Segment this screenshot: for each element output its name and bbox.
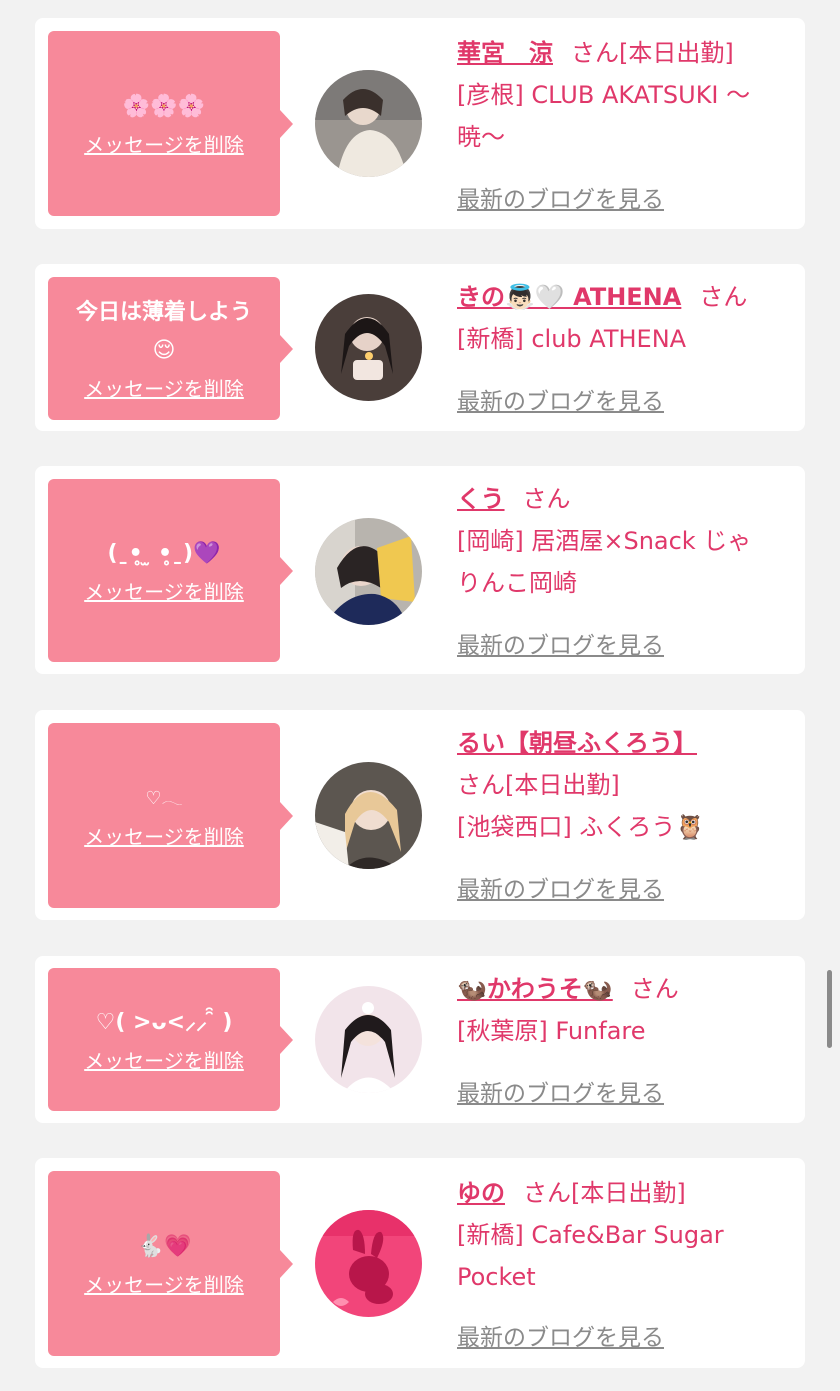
latest-blog-link[interactable]: 最新のブログを見る <box>457 1074 664 1108</box>
status-badge: [本日出勤] <box>619 39 734 67</box>
avatar[interactable] <box>315 294 422 401</box>
rabbit-logo-avatar <box>315 1210 422 1317</box>
honorific: さん <box>457 771 505 799</box>
shop-line: Pocket <box>457 1263 536 1291</box>
message-text: ♡𓂃 <box>145 787 183 809</box>
latest-blog-link[interactable]: 最新のブログを見る <box>457 1318 664 1352</box>
girl-card: 🐇💗 メッセージを削除 ゆの さん[本日出勤] [新橋] Cafe&Bar Sug… <box>35 1158 805 1368</box>
girl-name-link[interactable]: 🦦かわうそ🦦 <box>457 975 613 1003</box>
message-text: ♡( >ᴗ<⸝⸝ ̑̑ ) <box>95 1009 233 1035</box>
girl-name-link[interactable]: 華宮 涼 <box>457 39 553 67</box>
girl-info: 🦦かわうそ🦦 さん [秋葉原] Funfare <box>457 968 797 1052</box>
message-text: 🌸🌸🌸 <box>122 93 206 119</box>
girl-info: 華宮 涼さん[本日出勤] [彦根] CLUB AKATSUKI 〜 暁〜 <box>457 32 797 158</box>
honorific: さん <box>571 39 619 67</box>
message-bubble: ♡( >ᴗ<⸝⸝ ̑̑ ) メッセージを削除 <box>48 968 293 1111</box>
honorific: さん <box>522 485 571 513</box>
delete-message-link[interactable]: メッセージを削除 <box>84 822 244 852</box>
shop-line: [新橋] club ATHENA <box>457 325 687 353</box>
shop-line: りんこ岡崎 <box>457 569 577 597</box>
avatar[interactable] <box>315 762 422 869</box>
shop-line: [彦根] CLUB AKATSUKI 〜 <box>457 81 751 109</box>
delete-message-link[interactable]: メッセージを削除 <box>84 130 244 160</box>
avatar-photo <box>315 294 422 401</box>
girl-info: くう さん [岡崎] 居酒屋×Snack じゃ りんこ岡崎 <box>457 478 797 604</box>
girl-card: (ˍ•̥ ̫ •̥ˍ)💜 メッセージを削除 くう さん [岡崎] 居酒屋×Snac… <box>35 466 805 674</box>
message-text: (ˍ•̥ ̫ •̥ˍ)💜 <box>107 540 221 566</box>
latest-blog-link[interactable]: 最新のブログを見る <box>457 870 664 904</box>
delete-message-link[interactable]: メッセージを削除 <box>84 577 244 607</box>
girl-info: ゆの さん[本日出勤] [新橋] Cafe&Bar Sugar Pocket <box>457 1172 797 1298</box>
girl-name-link[interactable]: くう <box>457 485 505 513</box>
status-badge: [本日出勤] <box>571 1179 686 1207</box>
shop-line: [池袋西口] ふくろう🦉 <box>457 813 706 841</box>
latest-blog-link[interactable]: 最新のブログを見る <box>457 382 664 416</box>
latest-blog-link[interactable]: 最新のブログを見る <box>457 626 664 660</box>
scrollbar[interactable] <box>827 970 832 1048</box>
girl-card: 今日は薄着しよう 😌 メッセージを削除 きの👼🏻🤍 ATHENA さん [新橋] … <box>35 264 805 431</box>
shop-line: [岡崎] 居酒屋×Snack じゃ <box>457 527 752 555</box>
girl-card: ♡𓂃 メッセージを削除 るい【朝昼ふくろう】 さん[本日出勤] [池袋西口] ふ… <box>35 710 805 920</box>
avatar-photo <box>315 518 422 625</box>
girl-card: 🌸🌸🌸 メッセージを削除 華宮 涼さん[本日出勤] [彦根] CLUB AKAT… <box>35 18 805 229</box>
delete-message-link[interactable]: メッセージを削除 <box>84 1270 244 1300</box>
message-bubble: 🌸🌸🌸 メッセージを削除 <box>48 31 293 216</box>
message-bubble: ♡𓂃 メッセージを削除 <box>48 723 293 908</box>
message-bubble: (ˍ•̥ ̫ •̥ˍ)💜 メッセージを削除 <box>48 479 293 662</box>
shop-line: 暁〜 <box>457 123 505 151</box>
honorific: さん <box>630 975 679 1003</box>
girl-info: るい【朝昼ふくろう】 さん[本日出勤] [池袋西口] ふくろう🦉 <box>457 722 797 848</box>
shop-line: [新橋] Cafe&Bar Sugar <box>457 1221 724 1249</box>
delete-message-link[interactable]: メッセージを削除 <box>84 1046 244 1076</box>
message-bubble: 今日は薄着しよう 😌 メッセージを削除 <box>48 277 293 420</box>
girl-card: ♡( >ᴗ<⸝⸝ ̑̑ ) メッセージを削除 🦦かわうそ🦦 さん [秋葉原] Fu… <box>35 956 805 1123</box>
avatar[interactable] <box>315 70 422 177</box>
message-text: 🐇💗 <box>136 1233 192 1259</box>
shop-line: [秋葉原] Funfare <box>457 1017 646 1045</box>
girl-name-link[interactable]: きの👼🏻🤍 ATHENA <box>457 283 681 311</box>
honorific: さん <box>699 283 748 311</box>
message-text: 今日は薄着しよう 😌 <box>75 299 252 363</box>
delete-message-link[interactable]: メッセージを削除 <box>84 374 244 404</box>
avatar[interactable] <box>315 518 422 625</box>
girl-name-link[interactable]: ゆの <box>457 1179 505 1207</box>
avatar-photo <box>315 70 422 177</box>
message-bubble: 🐇💗 メッセージを削除 <box>48 1171 293 1356</box>
latest-blog-link[interactable]: 最新のブログを見る <box>457 180 664 214</box>
status-badge: [本日出勤] <box>505 771 620 799</box>
avatar[interactable] <box>315 986 422 1093</box>
avatar-photo <box>315 986 422 1093</box>
avatar[interactable] <box>315 1210 422 1317</box>
avatar-photo <box>315 762 422 869</box>
girl-info: きの👼🏻🤍 ATHENA さん [新橋] club ATHENA <box>457 276 797 360</box>
girl-name-link[interactable]: るい【朝昼ふくろう】 <box>457 729 697 757</box>
honorific: さん <box>523 1179 571 1207</box>
